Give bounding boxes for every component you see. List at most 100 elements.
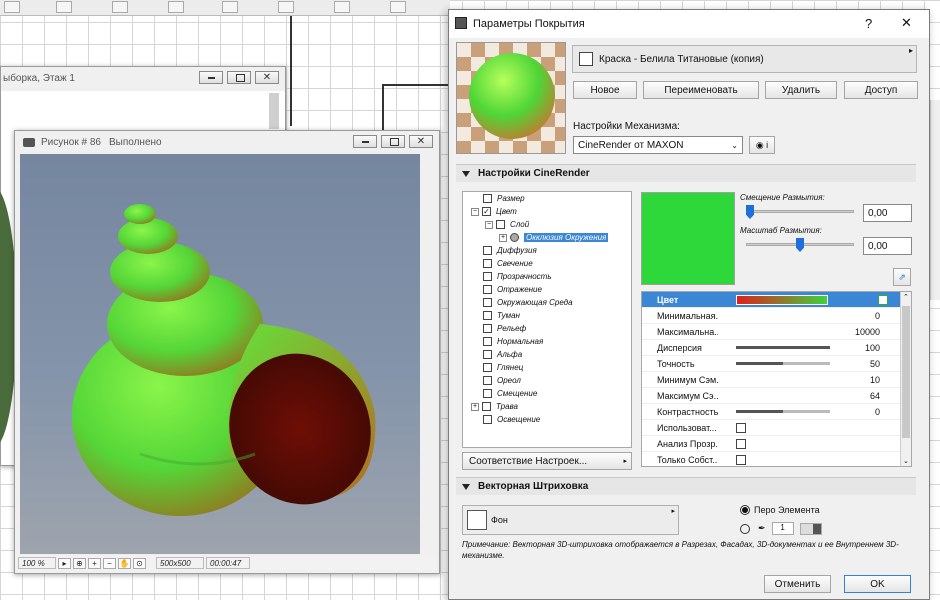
zoom-fit-icon[interactable]: ⊕ [73,557,86,569]
tree-checkbox[interactable] [483,194,492,203]
zoom-in-icon[interactable]: + [88,557,101,569]
property-row[interactable]: Максимум Сэ... 64 [642,388,902,404]
scrollbar-thumb[interactable] [902,306,910,438]
scroll-up-icon[interactable]: ⌃ [903,293,909,301]
property-row[interactable]: Контрастность 0 [642,404,902,420]
property-row[interactable]: Использоват... [642,420,902,436]
radio-unselected-icon[interactable] [740,523,750,534]
tree-item[interactable]: Рельеф [483,324,526,333]
surface-menu-arrow-icon[interactable]: ▸ [909,46,913,55]
color-gradient-bar[interactable] [736,295,828,305]
tree-checkbox[interactable] [496,220,505,229]
tab-icon[interactable] [278,1,294,13]
engine-select[interactable]: CineRender от MAXON ⌄ [573,136,743,154]
property-slider[interactable] [736,362,830,365]
expand-icon[interactable]: + [471,402,479,411]
tab-icon[interactable] [56,1,72,13]
occlusion-icon[interactable] [510,233,519,242]
property-row[interactable]: Дисперсия 100 [642,340,902,356]
rename-button[interactable]: Переименовать [643,81,759,99]
property-slider[interactable] [736,410,830,413]
property-row[interactable]: Анализ Прозр... [642,436,902,452]
custom-pen-option[interactable]: ✒ 1 [740,522,822,535]
tree-item[interactable]: Размер [483,194,525,203]
close-button[interactable]: ✕ [409,135,433,148]
pan-hand-icon[interactable]: ✋ [118,557,131,569]
help-button[interactable]: ? [865,16,872,31]
tab-icon[interactable] [112,1,128,13]
zoom-out-icon[interactable]: − [103,557,116,569]
tab-icon[interactable] [168,1,184,13]
property-slider[interactable] [736,346,830,349]
property-row[interactable]: Минимум Сэм... 10 [642,372,902,388]
tree-checkbox[interactable] [483,285,492,294]
tree-item[interactable]: Отражение [483,285,542,294]
tree-item[interactable]: + Окклюзия Окружения [499,233,609,242]
tree-item[interactable]: + Трава [471,402,518,411]
tree-checkbox[interactable] [483,350,492,359]
property-checkbox[interactable] [736,455,746,465]
close-button[interactable]: ✕ [255,71,279,84]
property-checkbox[interactable] [736,439,746,449]
tree-item[interactable]: Туман [483,311,520,320]
tree-checkbox[interactable] [483,311,492,320]
zoom-level[interactable]: 100 % [18,557,56,569]
collapse-icon[interactable]: − [471,207,479,216]
tree-checkbox[interactable] [483,272,492,281]
tree-checkbox[interactable] [483,298,492,307]
property-row[interactable]: Точность 50 [642,356,902,372]
tree-item[interactable]: Нормальная [483,337,543,346]
minimize-button[interactable] [199,71,223,84]
property-row[interactable]: Цвет [642,292,902,308]
cancel-button[interactable]: Отменить [764,575,831,593]
tree-item[interactable]: Альфа [483,350,522,359]
blur-offset-input[interactable]: 0,00 [863,204,912,222]
property-row[interactable]: Максимальна... 10000 [642,324,902,340]
element-pen-option[interactable]: Перо Элемента [740,505,820,515]
maximize-button[interactable] [381,135,405,148]
scrollbar-thumb[interactable] [269,93,279,129]
engine-info-button[interactable]: ◉ i [749,136,775,154]
minimize-button[interactable] [353,135,377,148]
render-canvas[interactable] [20,154,420,554]
tree-item[interactable]: Глянец [483,363,523,372]
cinerender-section-header[interactable]: Настройки CineRender [456,164,916,182]
tree-item[interactable]: − ✓ Цвет [471,207,517,216]
tab-icon[interactable] [222,1,238,13]
new-button[interactable]: Новое [573,81,637,99]
tree-checkbox[interactable] [483,376,492,385]
tree-item[interactable]: Ореол [483,376,521,385]
gradient-edit-icon[interactable] [878,295,888,305]
tree-item[interactable]: Диффузия [483,246,537,255]
tree-checkbox[interactable] [483,246,492,255]
property-scrollbar[interactable]: ⌃ ⌄ [900,292,911,466]
tree-item[interactable]: Окружающая Среда [483,298,573,307]
tree-item[interactable]: − Слой [485,220,529,229]
pen-color-swatch[interactable] [799,522,822,535]
tree-checkbox[interactable] [483,363,492,372]
tree-checkbox[interactable] [483,337,492,346]
ok-button[interactable]: OK [844,575,911,593]
tab-icon[interactable] [334,1,350,13]
tree-item[interactable]: Свечение [483,259,533,268]
link-parameters-button[interactable]: ⇗ [893,268,911,286]
background-fill-selector[interactable]: Фон ▸ [462,505,679,535]
delete-button[interactable]: Удалить [765,81,837,99]
property-row[interactable]: Минимальная... 0 [642,308,902,324]
surface-name-field[interactable]: Краска - Белила Титановые (копия) ▸ [572,45,917,73]
dialog-close-button[interactable]: ✕ [901,15,912,31]
tree-checkbox[interactable] [483,324,492,333]
tree-checkbox[interactable]: ✓ [482,207,491,216]
collapse-icon[interactable]: − [485,220,493,229]
channel-color-swatch[interactable] [641,192,735,285]
tree-item[interactable]: Освещение [483,415,540,424]
access-button[interactable]: Доступ [844,81,918,99]
tree-item[interactable]: Прозрачность [483,272,552,281]
vector-hatching-section-header[interactable]: Векторная Штриховка [456,477,916,495]
property-checkbox[interactable] [736,423,746,433]
scroll-down-icon[interactable]: ⌄ [903,457,909,465]
property-row[interactable]: Только Собст... [642,452,902,466]
radio-selected-icon[interactable] [740,505,750,515]
match-settings-button[interactable]: Соответствие Настроек... ▸ [462,452,632,470]
tree-checkbox[interactable] [483,415,492,424]
